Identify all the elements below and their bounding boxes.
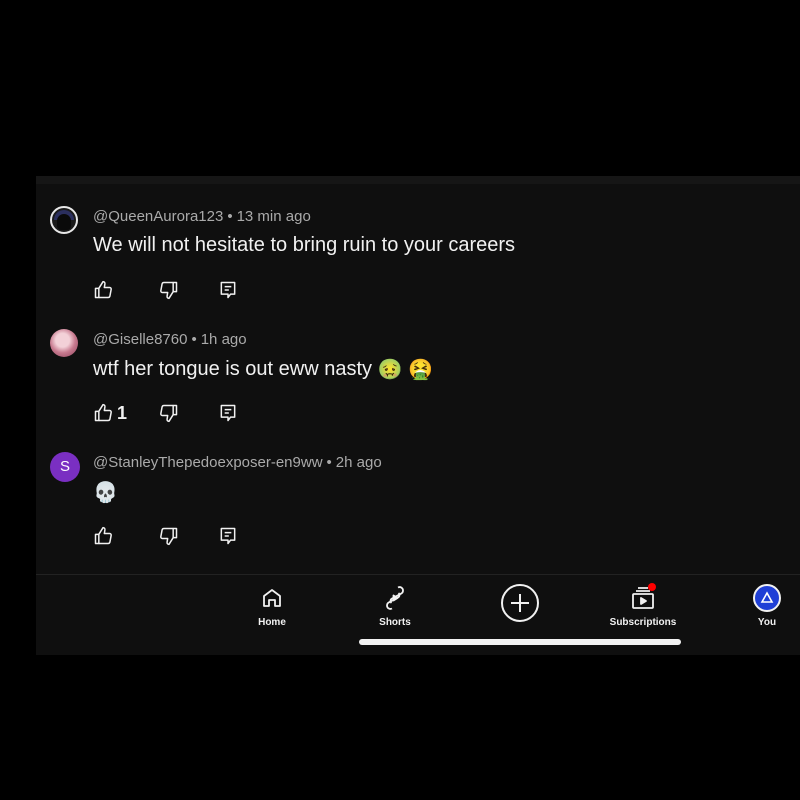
comment-username[interactable]: @QueenAurora123: [93, 208, 223, 225]
reply-comment-icon: [220, 404, 236, 422]
you-avatar: [753, 584, 781, 612]
nav-create[interactable]: [465, 583, 575, 623]
vomiting-face-emoji: 🤮: [408, 359, 433, 381]
thumbs-down-icon: [160, 527, 178, 546]
thumbs-up-icon: [94, 526, 112, 545]
reply-button[interactable]: [218, 525, 238, 547]
nav-subscriptions-label: Subscriptions: [609, 617, 677, 628]
thumbs-up-icon: [94, 280, 112, 299]
nav-you[interactable]: You: [712, 583, 800, 628]
nav-you-label: You: [757, 617, 777, 628]
dislike-button[interactable]: [159, 525, 179, 547]
screenshot: @QueenAurora123 • 13 min ago We will not h…: [0, 0, 800, 800]
panel-top-edge: [36, 176, 800, 184]
comment-meta: @QueenAurora123 • 13 min ago: [93, 208, 311, 225]
like-button[interactable]: [93, 525, 113, 547]
comment-meta: @StanleyThepedoexposer-en9ww • 2h ago: [93, 454, 382, 471]
reply-comment-icon: [220, 527, 236, 545]
thumbs-down-icon: [160, 281, 178, 300]
reply-button[interactable]: [218, 279, 238, 301]
you-avatar-glyph-icon: [760, 591, 774, 603]
reply-comment-icon: [220, 281, 236, 299]
avatar-face: [57, 214, 71, 230]
nauseated-face-emoji: 🤢: [377, 359, 403, 381]
plus-circle-icon: [501, 584, 539, 622]
notification-dot: [648, 583, 656, 591]
avatar[interactable]: [50, 329, 78, 357]
reply-button[interactable]: [218, 402, 238, 424]
thumbs-up-icon: [94, 403, 112, 422]
comment-time: 2h ago: [335, 454, 382, 471]
meta-separator: •: [326, 454, 332, 471]
nav-shorts[interactable]: Shorts: [340, 583, 450, 628]
comment-item: @Giselle8760 • 1h ago wtf her tongue is ou…: [36, 307, 800, 427]
home-indicator[interactable]: [359, 639, 681, 645]
like-button[interactable]: [93, 279, 113, 301]
nav-home-label: Home: [258, 617, 286, 628]
like-count: 1: [117, 402, 128, 423]
home-icon: [263, 589, 281, 607]
comment-time: 1h ago: [200, 331, 247, 348]
dislike-button[interactable]: [159, 279, 179, 301]
comments-panel: @QueenAurora123 • 13 min ago We will not h…: [36, 176, 800, 655]
comment-item: @QueenAurora123 • 13 min ago We will not h…: [36, 184, 800, 304]
like-button[interactable]: 1: [93, 402, 127, 424]
meta-separator: •: [191, 331, 197, 348]
avatar[interactable]: S: [50, 452, 80, 482]
meta-separator: •: [227, 208, 233, 225]
nav-shorts-label: Shorts: [379, 617, 411, 628]
comment-username[interactable]: @Giselle8760: [93, 331, 187, 348]
avatar[interactable]: [50, 206, 78, 234]
nav-home[interactable]: Home: [217, 583, 327, 628]
comment-time: 13 min ago: [236, 208, 311, 225]
dislike-button[interactable]: [159, 402, 179, 424]
comment-username[interactable]: @StanleyThepedoexposer-en9ww: [93, 454, 323, 471]
comment-text: 💀: [93, 482, 118, 504]
comment-text: wtf her tongue is out eww nasty: [93, 357, 373, 380]
comment-text-line: wtf her tongue is out eww nasty 🤢 🤮: [93, 357, 433, 382]
thumbs-down-icon: [160, 404, 178, 423]
nav-subscriptions[interactable]: Subscriptions: [588, 583, 698, 628]
comment-text: We will not hesitate to bring ruin to yo…: [93, 234, 516, 256]
comment-item: S @StanleyThepedoexposer-en9ww • 2h ago 💀: [36, 430, 800, 550]
comment-meta: @Giselle8760 • 1h ago: [93, 331, 247, 348]
shorts-icon: [386, 586, 404, 610]
